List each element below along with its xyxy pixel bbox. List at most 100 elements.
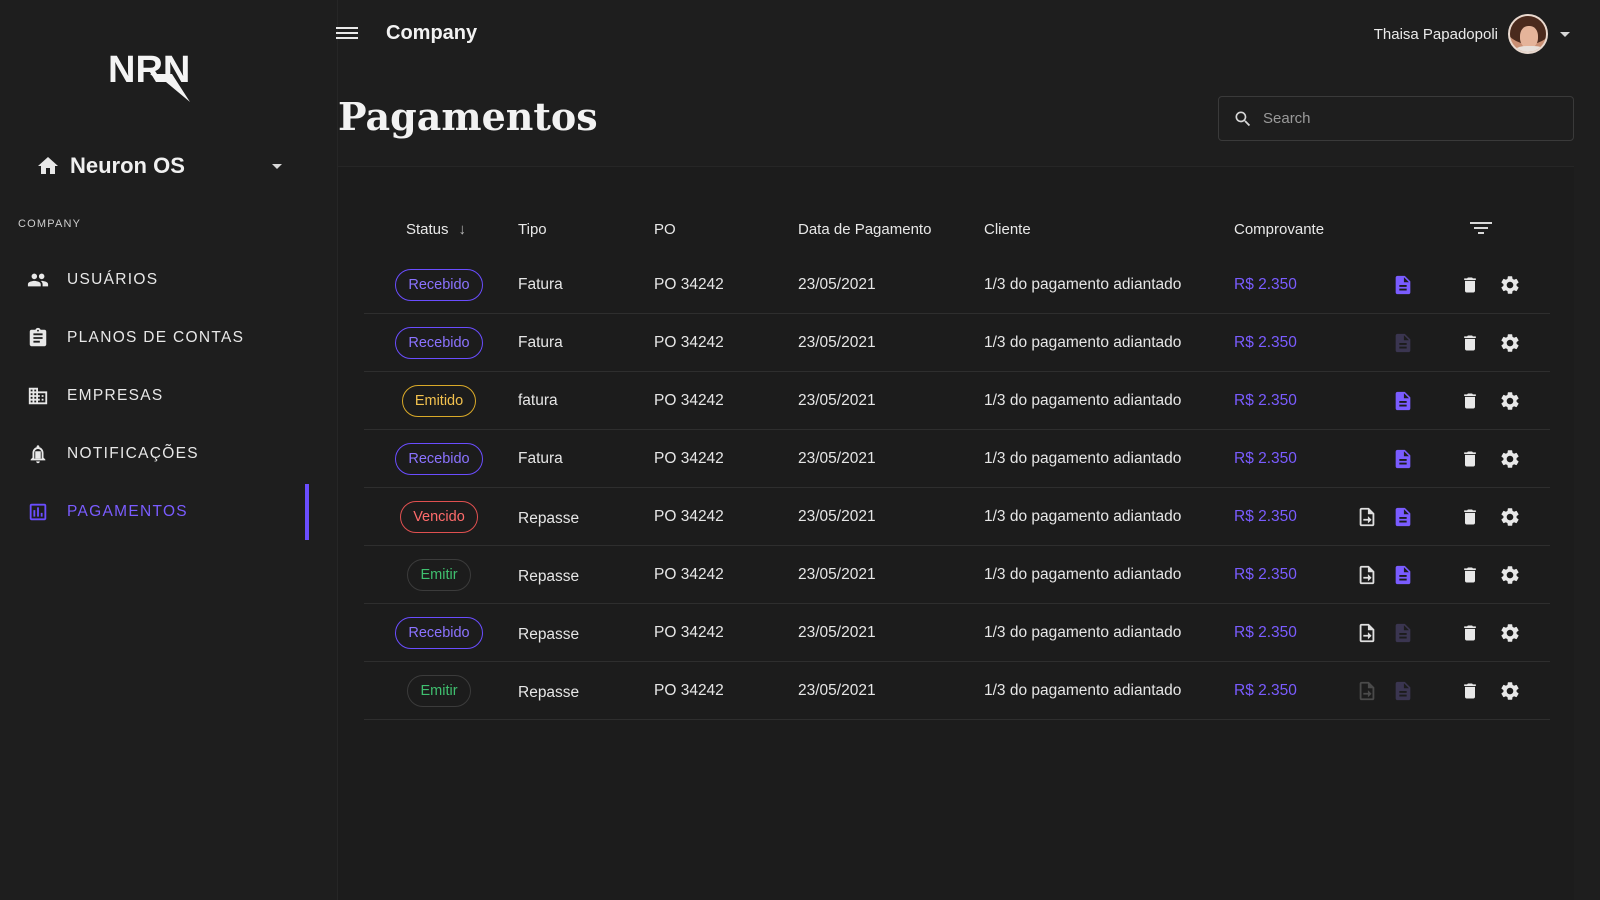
file-upload-icon[interactable] bbox=[1356, 679, 1378, 703]
gear-icon[interactable] bbox=[1499, 274, 1521, 296]
delete-cell bbox=[1458, 256, 1482, 313]
sidebar-item-planos-de-contas[interactable]: PLANOS DE CONTAS bbox=[0, 309, 338, 367]
amount-link[interactable]: R$ 2.350 bbox=[1234, 256, 1297, 313]
amount-link[interactable]: R$ 2.350 bbox=[1234, 604, 1297, 661]
upload-cell bbox=[1355, 604, 1379, 661]
tipo-cell: fatura bbox=[518, 391, 558, 409]
tipo-cell: Repasse bbox=[518, 625, 580, 643]
document-cell bbox=[1391, 546, 1415, 603]
tipo-cell: Repasse bbox=[518, 567, 580, 585]
status-badge[interactable]: Emitir bbox=[407, 674, 471, 707]
document-icon[interactable] bbox=[1392, 273, 1414, 297]
sidebar-nav: USUÁRIOS PLANOS DE CONTAS EMPRESAS NOTIF… bbox=[0, 251, 338, 541]
column-header-data: Data de Pagamento bbox=[798, 221, 932, 238]
page-title: Pagamentos bbox=[338, 94, 598, 139]
gear-icon[interactable] bbox=[1499, 622, 1521, 644]
document-icon[interactable] bbox=[1392, 447, 1414, 471]
amount-link[interactable]: R$ 2.350 bbox=[1234, 430, 1297, 487]
sidebar-item-notificacoes[interactable]: NOTIFICAÇÕES bbox=[0, 425, 338, 483]
bar-chart-icon bbox=[27, 501, 49, 523]
sidebar-item-label: NOTIFICAÇÕES bbox=[67, 445, 199, 462]
sidebar-item-pagamentos[interactable]: PAGAMENTOS bbox=[0, 483, 338, 541]
file-upload-icon[interactable] bbox=[1356, 505, 1378, 529]
po-cell: PO 34242 bbox=[654, 623, 724, 641]
hamburger-menu-icon[interactable] bbox=[336, 24, 358, 42]
status-badge[interactable]: Recebido bbox=[395, 268, 483, 301]
tipo-cell: Fatura bbox=[518, 333, 563, 351]
table-row[interactable]: Recebido Fatura PO 34242 23/05/2021 1/3 … bbox=[364, 430, 1550, 488]
status-cell: Recebido bbox=[364, 256, 514, 313]
gear-icon[interactable] bbox=[1499, 506, 1521, 528]
amount-link[interactable]: R$ 2.350 bbox=[1234, 488, 1297, 545]
settings-cell bbox=[1498, 546, 1522, 603]
gear-icon[interactable] bbox=[1499, 564, 1521, 586]
status-badge[interactable]: Recebido bbox=[395, 442, 483, 475]
chevron-down-icon bbox=[1560, 31, 1570, 37]
date-cell: 23/05/2021 bbox=[798, 507, 876, 525]
trash-icon[interactable] bbox=[1460, 448, 1480, 470]
table-row[interactable]: Emitir Repasse PO 34242 23/05/2021 1/3 d… bbox=[364, 546, 1550, 604]
status-badge[interactable]: Emitido bbox=[401, 384, 477, 417]
clipboard-icon bbox=[27, 327, 49, 349]
document-cell bbox=[1391, 314, 1415, 371]
trash-icon[interactable] bbox=[1460, 564, 1480, 586]
settings-cell bbox=[1498, 488, 1522, 545]
sidebar-item-usuarios[interactable]: USUÁRIOS bbox=[0, 251, 338, 309]
column-header-status[interactable]: Status ↓ bbox=[406, 221, 466, 238]
status-badge[interactable]: Vencido bbox=[400, 500, 478, 533]
trash-icon[interactable] bbox=[1460, 506, 1480, 528]
amount-link[interactable]: R$ 2.350 bbox=[1234, 314, 1297, 371]
workspace-selector[interactable]: Neuron OS bbox=[36, 150, 286, 182]
amount-link[interactable]: R$ 2.350 bbox=[1234, 546, 1297, 603]
file-upload-icon[interactable] bbox=[1356, 621, 1378, 645]
user-menu[interactable]: Thaisa Papadopoli bbox=[1374, 14, 1570, 54]
status-badge[interactable]: Recebido bbox=[395, 616, 483, 649]
po-cell: PO 34242 bbox=[654, 449, 724, 467]
gear-icon[interactable] bbox=[1499, 680, 1521, 702]
document-icon[interactable] bbox=[1392, 563, 1414, 587]
table-row[interactable]: Recebido Repasse PO 34242 23/05/2021 1/3… bbox=[364, 604, 1550, 662]
column-header-cliente: Cliente bbox=[984, 221, 1031, 238]
building-icon bbox=[27, 385, 49, 407]
header-title: Company bbox=[386, 22, 478, 44]
cliente-cell: 1/3 do pagamento adiantado bbox=[984, 565, 1182, 583]
sidebar-item-empresas[interactable]: EMPRESAS bbox=[0, 367, 338, 425]
trash-icon[interactable] bbox=[1460, 680, 1480, 702]
search-input[interactable] bbox=[1263, 110, 1553, 127]
trash-icon[interactable] bbox=[1460, 332, 1480, 354]
document-icon[interactable] bbox=[1392, 331, 1414, 355]
cliente-cell: 1/3 do pagamento adiantado bbox=[984, 681, 1182, 699]
amount-link[interactable]: R$ 2.350 bbox=[1234, 662, 1297, 719]
search-icon bbox=[1235, 111, 1251, 126]
table-row[interactable]: Recebido Fatura PO 34242 23/05/2021 1/3 … bbox=[364, 256, 1550, 314]
date-cell: 23/05/2021 bbox=[798, 449, 876, 467]
document-icon[interactable] bbox=[1392, 505, 1414, 529]
bell-icon bbox=[27, 443, 49, 465]
document-icon[interactable] bbox=[1392, 621, 1414, 645]
tipo-cell: Repasse bbox=[518, 683, 580, 701]
amount-link[interactable]: R$ 2.350 bbox=[1234, 372, 1297, 429]
trash-icon[interactable] bbox=[1460, 622, 1480, 644]
trash-icon[interactable] bbox=[1460, 274, 1480, 296]
po-cell: PO 34242 bbox=[654, 681, 724, 699]
section-label: COMPANY bbox=[18, 218, 82, 230]
filter-icon[interactable] bbox=[1470, 219, 1492, 237]
gear-icon[interactable] bbox=[1499, 390, 1521, 412]
status-badge[interactable]: Emitir bbox=[407, 558, 471, 591]
trash-icon[interactable] bbox=[1460, 390, 1480, 412]
column-header-comprovante: Comprovante bbox=[1234, 221, 1325, 238]
gear-icon[interactable] bbox=[1499, 448, 1521, 470]
nrn-logo[interactable]: NRN bbox=[108, 48, 204, 104]
gear-icon[interactable] bbox=[1499, 332, 1521, 354]
file-upload-icon[interactable] bbox=[1356, 563, 1378, 587]
table-row[interactable]: Recebido Fatura PO 34242 23/05/2021 1/3 … bbox=[364, 314, 1550, 372]
table-row[interactable]: Emitir Repasse PO 34242 23/05/2021 1/3 d… bbox=[364, 662, 1550, 720]
document-icon[interactable] bbox=[1392, 389, 1414, 413]
table-row[interactable]: Emitido fatura PO 34242 23/05/2021 1/3 d… bbox=[364, 372, 1550, 430]
table-row[interactable]: Vencido Repasse PO 34242 23/05/2021 1/3 … bbox=[364, 488, 1550, 546]
settings-cell bbox=[1498, 662, 1522, 719]
status-cell: Emitir bbox=[364, 662, 514, 719]
date-cell: 23/05/2021 bbox=[798, 275, 876, 293]
document-icon[interactable] bbox=[1392, 679, 1414, 703]
status-badge[interactable]: Recebido bbox=[395, 326, 483, 359]
